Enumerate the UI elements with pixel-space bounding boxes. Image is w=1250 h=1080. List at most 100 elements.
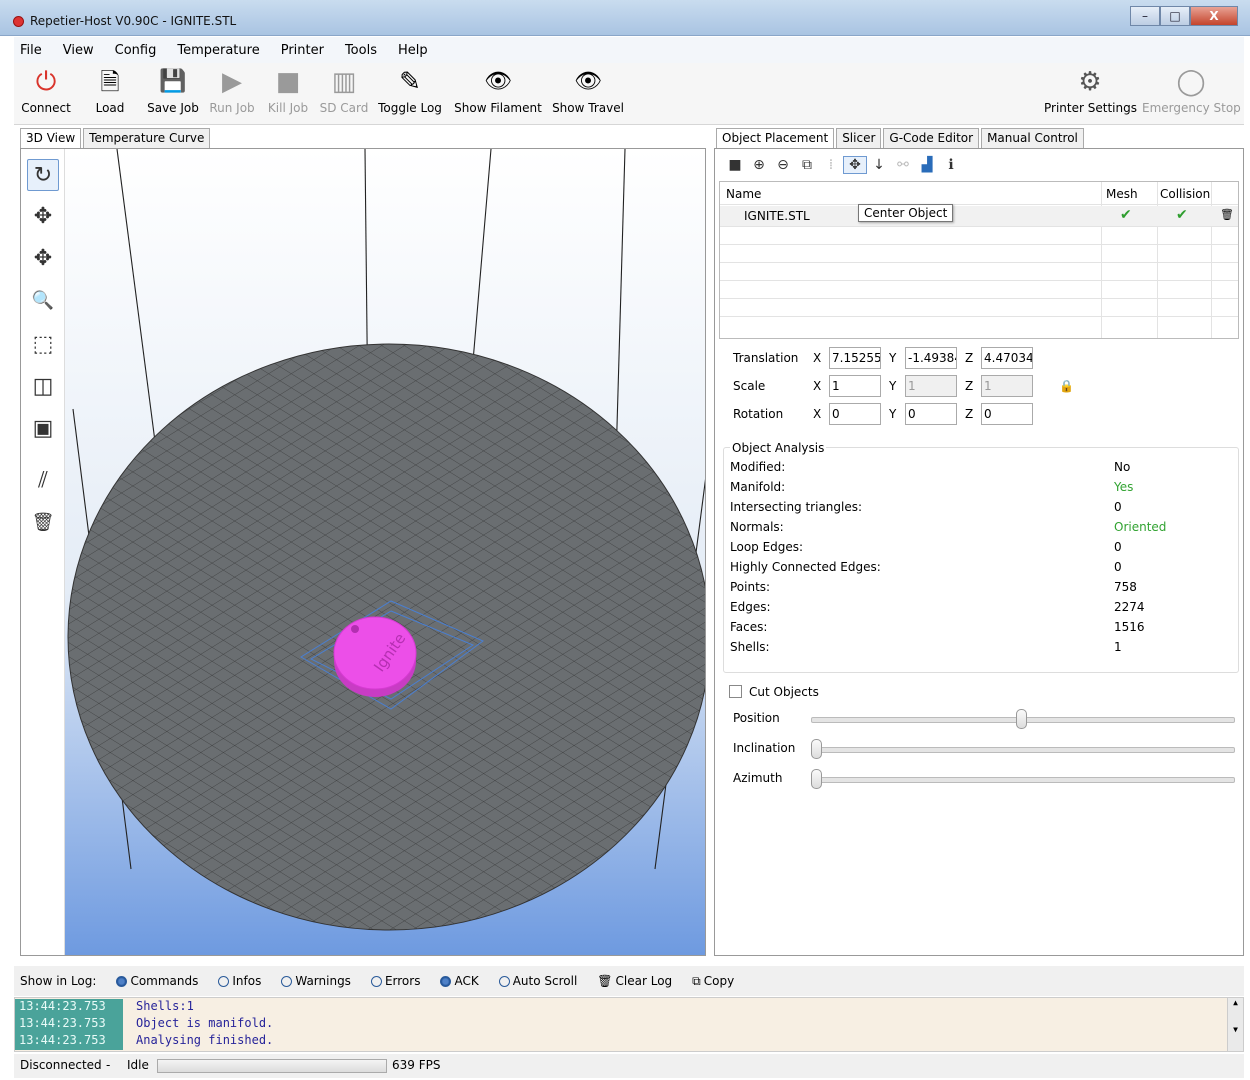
- front-view-icon[interactable]: ◫: [27, 371, 59, 403]
- remove-object-icon[interactable]: ⊖: [771, 157, 795, 173]
- add-object-icon[interactable]: ⊕: [747, 157, 771, 173]
- header-name[interactable]: Name: [726, 187, 761, 201]
- inclination-slider-row: Inclination: [733, 739, 1235, 759]
- show-travel-button[interactable]: 👁 Show Travel: [552, 63, 624, 123]
- commands-radio-icon: [116, 975, 128, 987]
- show-in-log-label: Show in Log:: [20, 974, 97, 988]
- menu-view[interactable]: View: [63, 43, 94, 58]
- kill-job-button[interactable]: ■ Kill Job: [264, 63, 312, 123]
- scale-x-input[interactable]: [829, 375, 881, 397]
- copy-button[interactable]: ⧉ Copy: [692, 974, 734, 989]
- sd-card-button[interactable]: ▥ SD Card: [318, 63, 370, 123]
- analysis-row: Normals: Oriented: [730, 520, 1167, 534]
- log-timestamp: 13:44:23.753: [15, 999, 123, 1016]
- auto-scroll-radio-icon: [498, 975, 510, 987]
- 3d-view[interactable]: ↻ ✥ ✥ 🔍 ⬚ ◫ ▣ ⫽ 🗑 Ignite: [20, 148, 706, 956]
- show-filament-button[interactable]: 👁 Show Filament: [454, 63, 542, 123]
- close-button[interactable]: X: [1190, 6, 1238, 26]
- translation-x-input[interactable]: [829, 347, 881, 369]
- rotation-x-input[interactable]: [829, 403, 881, 425]
- object-name: IGNITE.STL: [744, 209, 810, 223]
- header-mesh[interactable]: Mesh: [1106, 187, 1138, 201]
- save-object-icon[interactable]: ■: [723, 157, 747, 173]
- top-view-icon[interactable]: ▣: [27, 413, 59, 445]
- analysis-row: Manifold: Yes: [730, 480, 1134, 494]
- lock-icon[interactable]: 🔒: [1059, 379, 1074, 393]
- parallel-projection-icon[interactable]: ⫽: [27, 465, 59, 497]
- menu-config[interactable]: Config: [115, 43, 157, 58]
- menu-help[interactable]: Help: [398, 43, 428, 58]
- save-job-button[interactable]: 💾 Save Job: [144, 63, 202, 123]
- analysis-row: Loop Edges: 0: [730, 540, 1122, 554]
- ack-toggle[interactable]: ACK: [440, 974, 479, 988]
- connect-button[interactable]: ⏻ Connect: [18, 63, 74, 123]
- menu-tools[interactable]: Tools: [345, 43, 377, 58]
- object-placement-panel: ■ ⊕ ⊖ ⧉ ⁞ ✥ ↓ ⚯ ▟ ℹ Name Mesh Collision …: [714, 148, 1244, 956]
- infos-toggle[interactable]: Infos: [218, 974, 261, 988]
- log-output[interactable]: 13:44:23.753 Shells:1 13:44:23.753 Objec…: [14, 997, 1244, 1052]
- scale-label: Scale: [733, 379, 766, 393]
- scale-y-input[interactable]: [905, 375, 957, 397]
- trash-icon[interactable]: 🗑: [27, 507, 59, 539]
- land-object-icon[interactable]: ▟: [915, 157, 939, 173]
- errors-toggle[interactable]: Errors: [370, 974, 420, 988]
- tab-object-placement[interactable]: Object Placement: [716, 128, 835, 148]
- printer-settings-button[interactable]: ⚙ Printer Settings: [1044, 63, 1137, 123]
- position-slider-row: Position: [733, 709, 1235, 729]
- azimuth-label: Azimuth: [733, 771, 783, 785]
- menu-temperature[interactable]: Temperature: [177, 43, 259, 58]
- load-button[interactable]: 🗎 Load: [80, 63, 140, 123]
- table-row[interactable]: IGNITE.STL ✔ ✔ 🗑: [720, 206, 1238, 226]
- clear-log-button[interactable]: 🗑 Clear Log: [597, 974, 672, 988]
- azimuth-slider-thumb[interactable]: [811, 769, 822, 789]
- tab-temperature-curve[interactable]: Temperature Curve: [83, 128, 211, 148]
- azimuth-slider[interactable]: [811, 777, 1235, 783]
- menu-file[interactable]: File: [20, 43, 42, 58]
- center-object-tooltip: Center Object: [858, 204, 954, 222]
- position-slider-thumb[interactable]: [1016, 709, 1027, 729]
- minimize-button[interactable]: –: [1130, 6, 1160, 26]
- center-object-icon[interactable]: ✥: [843, 156, 867, 174]
- toggle-log-button[interactable]: ✎ Toggle Log: [376, 63, 444, 123]
- emergency-stop-button[interactable]: ◯ Emergency Stop: [1142, 63, 1241, 123]
- analysis-row: Points: 758: [730, 580, 1137, 594]
- auto-scroll-toggle[interactable]: Auto Scroll: [498, 974, 577, 988]
- rotate-icon[interactable]: ↻: [27, 159, 59, 191]
- ack-radio-icon: [440, 975, 452, 987]
- header-collision[interactable]: Collision: [1160, 187, 1210, 201]
- warnings-toggle[interactable]: Warnings: [281, 974, 351, 988]
- tab-slicer[interactable]: Slicer: [836, 128, 882, 148]
- inclination-label: Inclination: [733, 741, 796, 755]
- copy-object-icon[interactable]: ⧉: [795, 157, 819, 173]
- inclination-slider[interactable]: [811, 747, 1235, 753]
- inclination-slider-thumb[interactable]: [811, 739, 822, 759]
- log-scrollbar[interactable]: ▲ ▼: [1227, 998, 1243, 1051]
- autoposition-icon[interactable]: ⁞: [819, 157, 843, 173]
- commands-toggle[interactable]: Commands: [116, 974, 198, 988]
- printer-scene[interactable]: Ignite: [65, 149, 705, 955]
- scale-z-input[interactable]: [981, 375, 1033, 397]
- move-view-icon[interactable]: ✥: [27, 201, 59, 233]
- drop-object-icon[interactable]: ↓: [867, 157, 891, 173]
- translation-z-input[interactable]: [981, 347, 1033, 369]
- move-object-icon[interactable]: ✥: [27, 243, 59, 275]
- zoom-icon[interactable]: 🔍: [27, 285, 59, 317]
- stop-icon: ■: [275, 67, 301, 97]
- translation-y-input[interactable]: [905, 347, 957, 369]
- tab-manual-control[interactable]: Manual Control: [981, 128, 1084, 148]
- rotation-z-input[interactable]: [981, 403, 1033, 425]
- merge-icon[interactable]: ⚯: [891, 157, 915, 173]
- tab-gcode-editor[interactable]: G-Code Editor: [883, 128, 980, 148]
- run-job-button[interactable]: ▶ Run Job: [206, 63, 258, 123]
- isometric-view-icon[interactable]: ⬚: [27, 329, 59, 361]
- object-hole: [351, 625, 359, 633]
- cut-objects-checkbox[interactable]: [729, 685, 742, 698]
- tab-3d-view[interactable]: 3D View: [20, 128, 82, 148]
- maximize-button[interactable]: □: [1160, 6, 1190, 26]
- info-icon[interactable]: ℹ: [939, 157, 963, 173]
- menu-printer[interactable]: Printer: [281, 43, 324, 58]
- translation-row: Translation X Y Z: [733, 347, 1233, 369]
- right-tab-strip: Object Placement Slicer G-Code Editor Ma…: [716, 128, 1086, 148]
- rotation-y-input[interactable]: [905, 403, 957, 425]
- delete-object-icon[interactable]: 🗑: [1220, 208, 1234, 221]
